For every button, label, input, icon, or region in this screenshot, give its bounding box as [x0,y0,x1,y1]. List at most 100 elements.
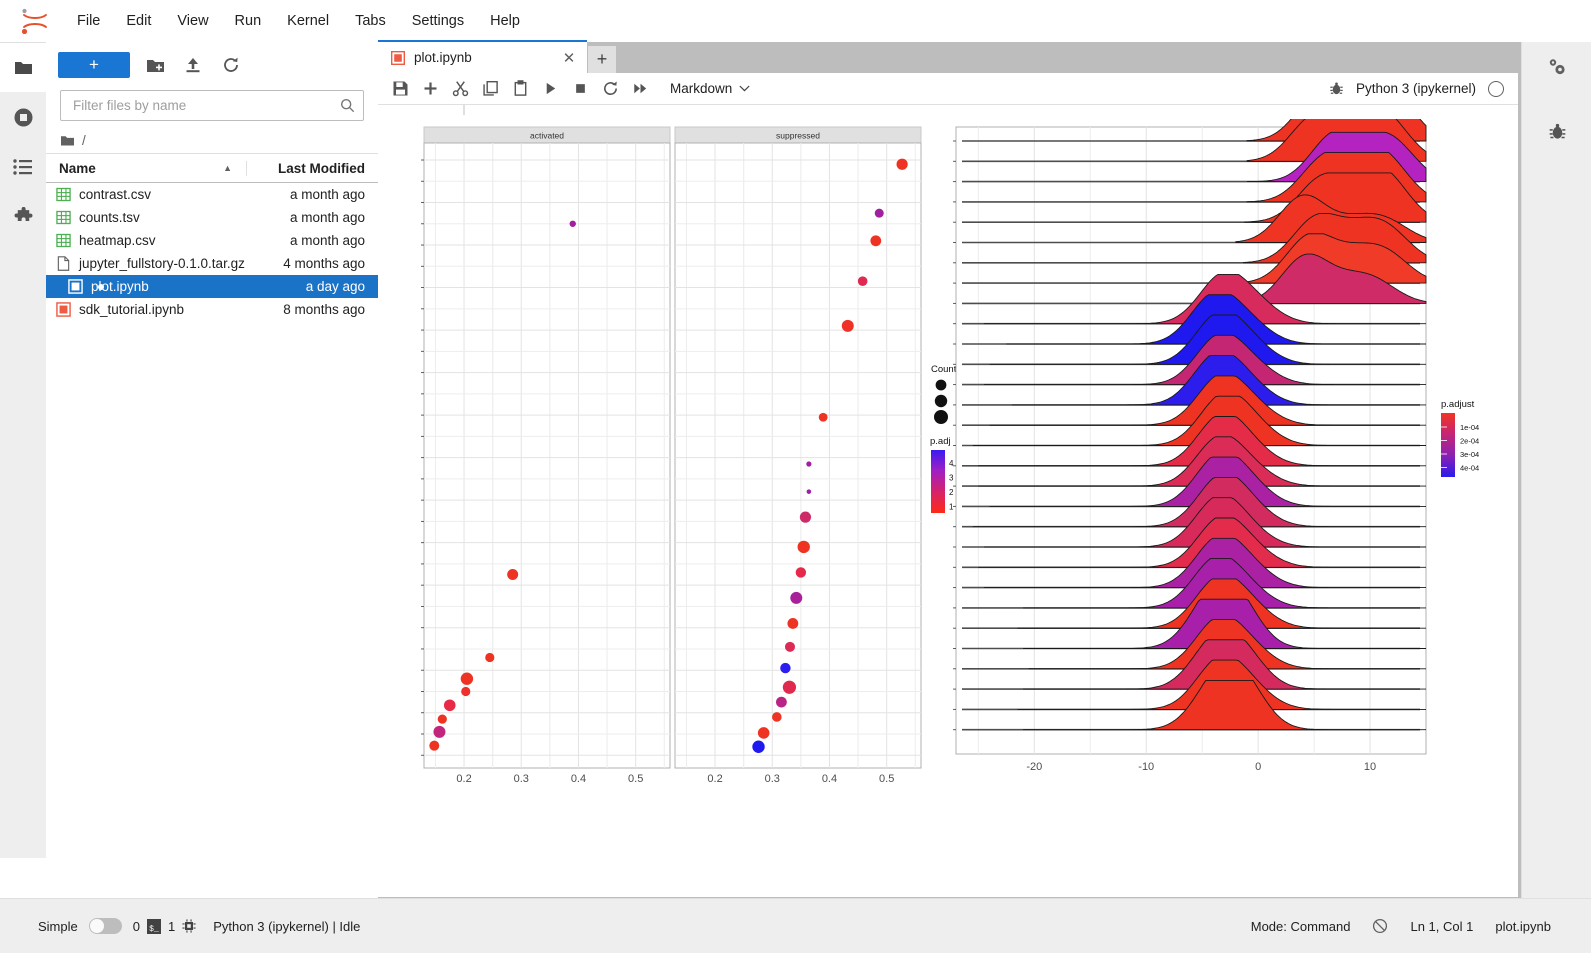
terminal-count[interactable]: 0 $_ 1 [132,918,196,934]
file-list-item[interactable]: counts.tsv a month ago [46,206,378,229]
x-tick-label: 0 [1255,761,1261,773]
menu-view[interactable]: View [166,8,219,34]
file-list-item[interactable]: sdk_tutorial.ipynb 8 months ago [46,298,378,321]
cut-cell-button[interactable] [446,76,474,102]
dotplot-point [870,235,882,247]
tab-plot-ipynb[interactable]: plot.ipynb ✕ [378,40,587,73]
folder-icon [60,134,75,147]
ridgeplot-panel: -20 -10 0 10 p.adjust 1e-04 2e-04 3e-04 4e-04 [953,119,1479,773]
tab-label: plot.ipynb [414,50,472,65]
x-tick-label: -20 [1026,761,1042,773]
close-icon[interactable]: ✕ [561,49,577,67]
file-list-item[interactable]: plot.ipynb a day ago [46,275,378,298]
terminal-count-value: 0 [132,918,140,934]
menu-bar: File Edit View Run Kernel Tabs Settings Help [0,0,1591,43]
sidebar-item-property-inspector[interactable] [1522,42,1591,92]
x-tick-label: 0.3 [514,773,529,785]
file-last-modified: a day ago [305,279,365,294]
x-tick-label: 0.3 [765,773,780,785]
x-tick-label: 0.2 [707,773,722,785]
spreadsheet-icon [56,233,71,248]
save-notebook-button[interactable] [386,76,414,102]
dotplot-point [818,412,828,422]
simple-mode-toggle[interactable] [88,918,122,934]
cell-type-dropdown[interactable]: Markdown [662,78,758,99]
no-connection-icon[interactable] [1372,918,1388,934]
menu-tabs[interactable]: Tabs [344,8,397,34]
cell-output-plot: activated 0.2 0.3 0.4 0.5 suppressed 0.2 0.3 0.4… [378,119,1518,897]
dotplot-point [784,641,795,652]
menu-file[interactable]: File [66,8,111,34]
file-list-item[interactable]: contrast.csv a month ago [46,183,378,206]
kernel-chip-icon [182,919,196,933]
menu-kernel[interactable]: Kernel [276,8,340,34]
sidebar-item-debugger[interactable] [1522,106,1591,156]
sort-ascending-icon: ▲ [223,163,232,173]
sidebar-item-running[interactable] [0,92,46,142]
restart-kernel-button[interactable] [596,76,624,102]
file-list: contrast.csv a month ago counts.tsv a month… [46,183,378,321]
folder-icon[interactable] [14,59,33,76]
menu-help[interactable]: Help [479,8,531,34]
dotplot-point [799,511,812,523]
notebook-scroll-area[interactable]: activated 0.2 0.3 0.4 0.5 suppressed 0.2 0.3 0.4… [378,105,1518,897]
breadcrumb[interactable]: / [46,127,378,153]
dotplot-point [806,461,812,467]
notebook-icon [68,279,83,294]
new-launcher-button[interactable]: + [58,52,130,78]
kernel-session-count: 1 [167,918,176,934]
x-tick-label: 0.4 [822,773,837,785]
file-filter-box[interactable] [60,90,364,121]
new-tab-button[interactable]: + [588,46,616,73]
menu-run[interactable]: Run [224,8,273,34]
kernel-name-label[interactable]: Python 3 (ipykernel) [1356,81,1476,96]
column-label-name: Name [59,160,96,176]
unsaved-dot-icon [98,283,104,290]
insert-cell-button[interactable] [416,76,444,102]
refresh-file-list-button[interactable] [218,52,244,78]
menu-settings[interactable]: Settings [401,8,475,34]
legend-size-key [934,394,948,408]
run-cell-button[interactable] [536,76,564,102]
sidebar-item-toc[interactable] [0,142,46,192]
upload-files-button[interactable] [180,52,206,78]
dotplot-point [433,725,446,738]
dotplot-point [857,276,868,286]
kernel-status-text[interactable]: Python 3 (ipykernel) | Idle [213,919,360,934]
chevron-down-icon [739,85,750,92]
status-filename: plot.ipynb [1495,918,1551,934]
file-list-item[interactable]: jupyter_fullstory-0.1.0.tar.gz 4 months a… [46,252,378,275]
copy-cell-button[interactable] [476,76,504,102]
dotplot-point [795,567,807,578]
x-tick-label: 0.4 [571,773,586,785]
terminal-icon: $_ [146,918,161,934]
dotplot-point [460,672,474,685]
search-input[interactable] [71,97,340,114]
activity-bar [0,92,47,858]
sidebar-item-extensions[interactable] [0,192,46,242]
dotplot-point [841,319,854,332]
file-name: contrast.csv [79,187,152,202]
column-header-last-modified[interactable]: Last Modified [246,160,378,176]
interrupt-kernel-button[interactable] [566,76,594,102]
legend-size-key [934,410,948,424]
paste-cell-button[interactable] [506,76,534,102]
dotplot-point [782,680,797,694]
legend-title-count: Count [931,364,957,375]
debugger-bug-icon[interactable] [1329,81,1344,96]
cursor-position[interactable]: Ln 1, Col 1 [1410,919,1473,934]
file-last-modified: 8 months ago [283,302,365,317]
restart-run-all-button[interactable] [626,76,654,102]
file-name: counts.tsv [79,210,140,225]
menu-edit[interactable]: Edit [115,8,162,34]
column-header-name[interactable]: Name ▲ [46,161,246,176]
tab-bar: plot.ipynb ✕ + [378,40,1521,73]
new-folder-button[interactable] [142,52,168,78]
file-name: jupyter_fullstory-0.1.0.tar.gz [79,256,245,271]
file-name: sdk_tutorial.ipynb [79,302,185,317]
x-tick-label: 10 [1364,761,1376,773]
file-list-item[interactable]: heatmap.csv a month ago [46,229,378,252]
dotplot-facet-suppressed: suppressed 0.2 0.3 0.4 0.5 [674,126,922,785]
dotplot-point [806,489,812,494]
notebook-icon [391,50,405,65]
